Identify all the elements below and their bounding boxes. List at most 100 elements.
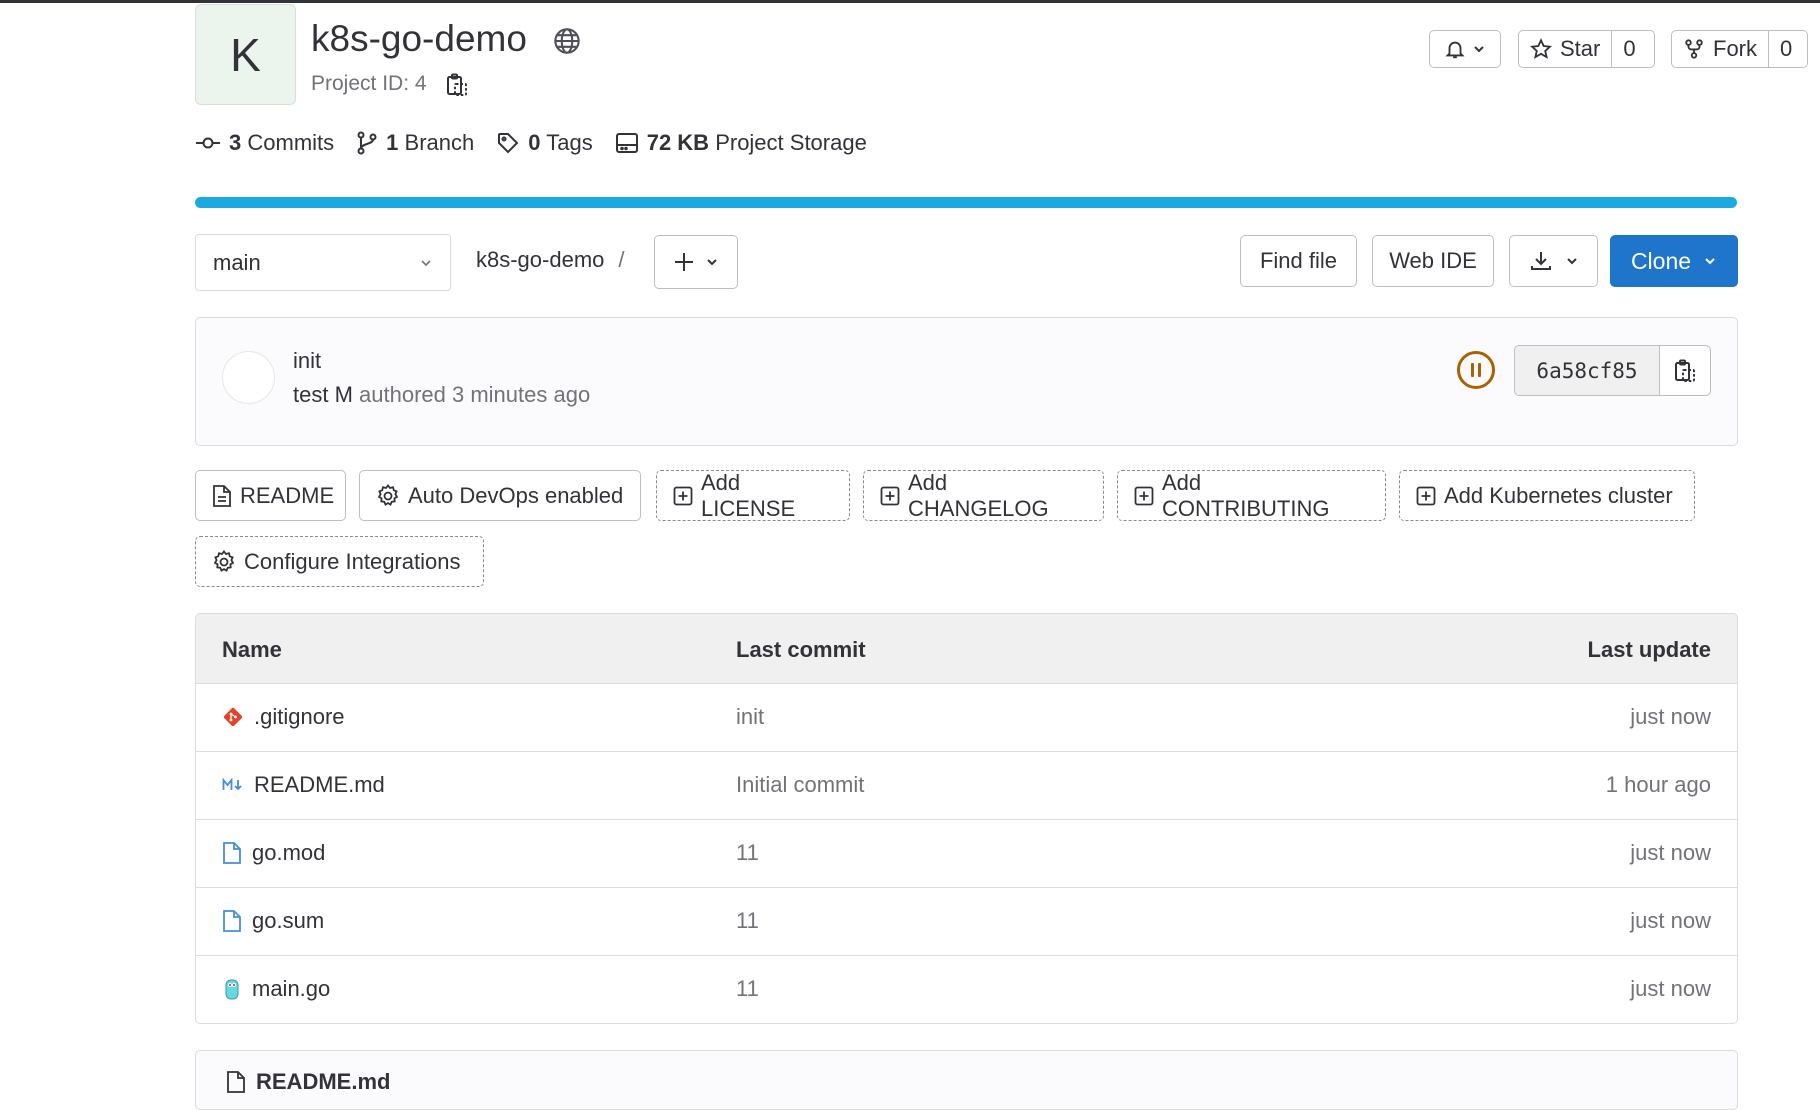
readme-button-label: README	[240, 482, 335, 508]
copy-icon	[1674, 359, 1696, 383]
plus-square-icon	[1416, 486, 1436, 506]
plus-square-icon	[880, 486, 900, 506]
copy-project-id-icon[interactable]	[446, 73, 468, 97]
file-last-update: just now	[1630, 704, 1711, 729]
table-row[interactable]: go.sum 11 just now	[196, 888, 1737, 956]
pipeline-paused-icon[interactable]	[1456, 350, 1496, 390]
notifications-button[interactable]	[1429, 30, 1501, 68]
fork-count[interactable]: 0	[1768, 31, 1803, 67]
star-count[interactable]: 0	[1611, 31, 1646, 67]
add-changelog-label: Add CHANGELOG	[908, 469, 1049, 521]
add-kubernetes-cluster-button[interactable]: Add Kubernetes cluster	[1399, 470, 1695, 521]
add-contributing-label: Add CONTRIBUTING	[1162, 469, 1330, 521]
branch-stat[interactable]: 1 Branch	[356, 130, 474, 156]
file-last-commit[interactable]: init	[736, 704, 764, 730]
add-changelog-button[interactable]: Add CHANGELOG	[863, 470, 1104, 521]
add-contributing-button[interactable]: Add CONTRIBUTING	[1117, 470, 1386, 521]
storage-usage-bar	[195, 197, 1737, 208]
readme-card-title[interactable]: README.md	[256, 1069, 390, 1095]
chevron-down-icon	[1703, 254, 1717, 268]
star-button[interactable]: Star 0	[1518, 30, 1655, 68]
file-last-commit[interactable]: 11	[736, 976, 759, 1002]
commit-icon	[195, 134, 221, 152]
add-file-dropdown[interactable]	[654, 235, 738, 289]
author-avatar[interactable]	[222, 351, 275, 404]
breadcrumb-separator: /	[618, 247, 625, 272]
storage-label: Project Storage	[715, 130, 867, 155]
project-avatar-letter: K	[230, 28, 261, 81]
tags-label: Tags	[546, 130, 593, 155]
file-name[interactable]: go.sum	[252, 908, 324, 934]
storage-icon	[615, 132, 639, 154]
project-stats: 3 Commits 1 Branch 0 Tags 72 KB Project …	[195, 130, 867, 156]
file-last-update: just now	[1630, 840, 1711, 865]
branch-label: Branch	[404, 130, 475, 155]
file-last-commit[interactable]: Initial commit	[736, 772, 864, 798]
table-row[interactable]: .gitignore init just now	[196, 684, 1737, 752]
file-last-commit[interactable]: 11	[736, 908, 759, 934]
copy-sha-button[interactable]	[1660, 346, 1710, 395]
commits-count: 3	[229, 130, 242, 155]
branch-icon	[356, 131, 378, 155]
project-avatar[interactable]: K	[195, 4, 296, 105]
chevron-down-icon	[419, 256, 433, 270]
commit-sha-group: 6a58cf85	[1514, 345, 1711, 396]
add-kubernetes-cluster-label: Add Kubernetes cluster	[1444, 482, 1673, 508]
plus-square-icon	[1134, 486, 1154, 506]
file-last-commit[interactable]: 11	[736, 840, 759, 866]
download-button[interactable]	[1509, 235, 1598, 287]
chevron-down-icon	[705, 255, 719, 269]
storage-stat[interactable]: 72 KB Project Storage	[615, 130, 867, 156]
table-row[interactable]: README.md Initial commit 1 hour ago	[196, 752, 1737, 820]
breadcrumb: k8s-go-demo /	[476, 247, 625, 273]
table-row[interactable]: main.go 11 just now	[196, 956, 1737, 1023]
file-name[interactable]: go.mod	[252, 840, 325, 866]
commit-time: authored 3 minutes ago	[359, 382, 591, 407]
commit-meta: test M authored 3 minutes ago	[293, 382, 590, 408]
download-icon	[1529, 249, 1553, 273]
top-border	[0, 0, 1820, 3]
commit-title[interactable]: init	[293, 348, 321, 374]
fork-button[interactable]: Fork 0	[1671, 30, 1808, 68]
readme-preview-card: README.md	[195, 1050, 1738, 1110]
git-icon	[222, 706, 244, 728]
commit-sha[interactable]: 6a58cf85	[1515, 346, 1660, 395]
fork-icon	[1683, 38, 1705, 60]
file-name[interactable]: main.go	[252, 976, 330, 1002]
branch-name: main	[213, 249, 261, 275]
branch-selector[interactable]: main	[195, 234, 451, 291]
tags-count: 0	[528, 130, 541, 155]
commits-stat[interactable]: 3 Commits	[195, 130, 334, 156]
clone-label: Clone	[1630, 247, 1692, 274]
globe-icon	[553, 27, 581, 55]
file-last-update: just now	[1630, 976, 1711, 1001]
file-icon	[222, 909, 242, 933]
bell-icon	[1444, 38, 1466, 60]
breadcrumb-project[interactable]: k8s-go-demo	[476, 247, 604, 273]
clone-button[interactable]: Clone	[1610, 235, 1738, 287]
commits-label: Commits	[247, 130, 335, 155]
tag-icon	[496, 131, 520, 155]
column-header-name: Name	[222, 637, 282, 662]
plus-square-icon	[673, 486, 693, 506]
chevron-down-icon	[1565, 254, 1579, 268]
gear-icon	[212, 549, 236, 574]
commit-author[interactable]: test M	[293, 382, 353, 407]
gear-icon	[376, 483, 400, 508]
find-file-button[interactable]: Find file	[1240, 235, 1357, 287]
star-label: Star	[1560, 36, 1601, 61]
chevron-down-icon	[1472, 42, 1486, 56]
readme-button[interactable]: README	[195, 470, 346, 521]
file-name[interactable]: README.md	[254, 772, 385, 798]
add-license-button[interactable]: Add LICENSE	[656, 470, 850, 521]
web-ide-button[interactable]: Web IDE	[1372, 235, 1494, 287]
markdown-icon	[222, 778, 244, 792]
file-icon	[222, 841, 242, 865]
tags-stat[interactable]: 0 Tags	[496, 130, 593, 156]
add-license-label: Add LICENSE	[701, 469, 796, 521]
auto-devops-button[interactable]: Auto DevOps enabled	[359, 470, 641, 521]
project-title[interactable]: k8s-go-demo	[311, 16, 527, 62]
table-row[interactable]: go.mod 11 just now	[196, 820, 1737, 888]
file-name[interactable]: .gitignore	[254, 704, 345, 730]
configure-integrations-button[interactable]: Configure Integrations	[195, 536, 484, 587]
